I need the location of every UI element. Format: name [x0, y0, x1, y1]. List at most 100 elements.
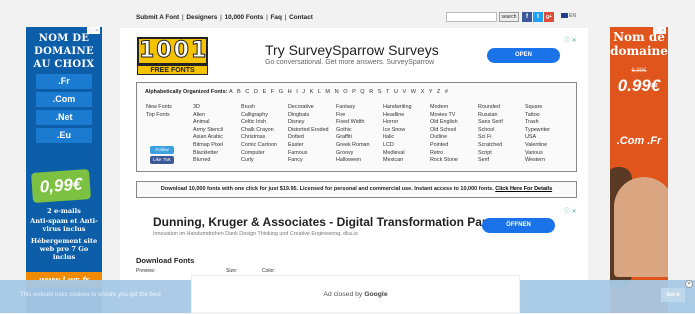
category-link[interactable]: Animal [193, 119, 223, 127]
category-link[interactable]: Horror [383, 119, 411, 127]
category-link[interactable]: Italic [383, 134, 411, 142]
ad2-open-button[interactable]: ÖFFNEN [482, 218, 555, 233]
category-link[interactable]: Chalk Crayon [241, 127, 277, 135]
ad-close-icon[interactable]: ⓘ ✕ [653, 27, 666, 34]
category-link[interactable]: School [478, 127, 503, 135]
category-link[interactable]: Ice Snow [383, 127, 411, 135]
category-link[interactable]: Famous [288, 150, 328, 158]
category-link[interactable]: Easter [288, 142, 328, 150]
ad1-title[interactable]: Try SurveySparrow Surveys [265, 42, 439, 58]
twitter-icon[interactable]: t [533, 12, 543, 22]
category-link[interactable]: Christmas [241, 134, 277, 142]
language-selector[interactable]: EN [561, 13, 576, 19]
category-link[interactable]: Groovy [336, 150, 370, 158]
ad-choices-icon[interactable]: ⓘ ✕ [564, 35, 577, 44]
category-link[interactable]: Gothic [336, 127, 370, 135]
ad-choices-icon[interactable]: ⓘ ✕ [564, 206, 577, 215]
download-offer-link[interactable]: Click Here For Details [495, 186, 552, 192]
ad2-title[interactable]: Dunning, Kruger & Associates - Digital T… [153, 215, 509, 229]
google-plus-icon[interactable]: g+ [544, 12, 554, 22]
category-link[interactable]: Blackletter [193, 150, 223, 158]
category-link[interactable]: Dotted [288, 134, 328, 142]
category-link[interactable]: Old School [430, 127, 458, 135]
left-ad-banner[interactable]: ⓘ ✕ Nom de domaine au choix .Fr .Com .Ne… [26, 27, 102, 313]
category-link[interactable]: Fantasy [336, 104, 370, 112]
category-link[interactable]: Scratched [478, 142, 503, 150]
category-link[interactable]: Sci Fi [478, 134, 503, 142]
nav-contact[interactable]: Contact [289, 14, 313, 21]
category-link[interactable]: Rounded [478, 104, 503, 112]
category-link[interactable]: Calligraphy [241, 112, 277, 120]
search-button[interactable]: search [499, 12, 519, 22]
category-link[interactable]: Greek Roman [336, 142, 370, 150]
category-link[interactable]: Square [525, 104, 550, 112]
nav-faq[interactable]: Faq [271, 14, 282, 21]
category-link[interactable]: Top Fonts [146, 112, 172, 120]
nav-10000-fonts[interactable]: 10,000 Fonts [225, 14, 264, 21]
category-link[interactable]: Computer [241, 150, 277, 158]
category-link[interactable]: Russian [478, 112, 503, 120]
ad-close-icon[interactable]: ⓘ ✕ [87, 27, 100, 34]
site-logo[interactable]: 1001 FREE FONTS [137, 37, 208, 76]
ad1-open-button[interactable]: OPEN [487, 48, 560, 63]
category-link[interactable]: Bitmap Pixel [193, 142, 223, 150]
facebook-icon[interactable]: f [522, 12, 532, 22]
category-link[interactable]: Movies TV [430, 112, 458, 120]
category-link[interactable]: Fire [336, 112, 370, 120]
category-link[interactable]: Modern [430, 104, 458, 112]
twitter-follow-button[interactable]: Follow [150, 146, 174, 154]
category-link[interactable]: USA [525, 134, 550, 142]
category-link[interactable]: Alien [193, 112, 223, 120]
category-link[interactable]: Decorative [288, 104, 328, 112]
category-link[interactable]: Dingbats [288, 112, 328, 120]
nav-designers[interactable]: Designers [186, 14, 217, 21]
category-link[interactable]: Tattoo [525, 112, 550, 120]
category-link[interactable]: Blurred [193, 157, 223, 165]
category-link[interactable]: Fancy [288, 157, 328, 165]
category-link[interactable]: LCD [383, 142, 411, 150]
category-link[interactable]: Brush [241, 104, 277, 112]
category-link[interactable]: Typewriter [525, 127, 550, 135]
category-link[interactable]: Graffiti [336, 134, 370, 142]
category-link[interactable]: Trash [525, 119, 550, 127]
category-link[interactable]: Mexican [383, 157, 411, 165]
facebook-like-button[interactable]: Like 75K [150, 156, 174, 164]
category-link[interactable]: Headline [383, 112, 411, 120]
alphabet-letters[interactable]: A B C D E F G H I J K L M N O P Q R S T … [229, 89, 448, 95]
left-ad-domain-eu: .Eu [36, 128, 92, 143]
right-ad-banner[interactable]: ⓘ ✕ Nom de domaine 6,99€ 0.99€ .Com .Fr [610, 27, 668, 313]
category-link[interactable]: Army Stencil [193, 127, 223, 135]
category-link[interactable]: Outline [430, 134, 458, 142]
cookie-accept-button[interactable]: Got it [661, 288, 685, 302]
category-link[interactable]: Fixed Width [336, 119, 370, 127]
category-link[interactable]: Pointed [430, 142, 458, 150]
category-link[interactable]: Celtic Irish [241, 119, 277, 127]
category-link[interactable]: Sans Serif [478, 119, 503, 127]
category-link[interactable]: 3D [193, 104, 223, 112]
category-link[interactable]: Serif [478, 157, 503, 165]
category-link[interactable]: Valentine [525, 142, 550, 150]
category-column: Rounded Russian Sans Serif School Sci Fi… [478, 104, 503, 165]
category-link[interactable]: Asian Arabic [193, 134, 223, 142]
category-link[interactable]: Comic Cartoon [241, 142, 277, 150]
category-link[interactable]: Rock Stone [430, 157, 458, 165]
left-ad-domain-fr: .Fr [36, 74, 92, 89]
download-offer-bar: Download 10,000 fonts with one click for… [136, 181, 577, 198]
category-link[interactable]: Various [525, 150, 550, 158]
nav-submit-font[interactable]: Submit A Font [136, 14, 179, 21]
right-ad-model-image [614, 177, 668, 277]
category-link[interactable]: Script [478, 150, 503, 158]
category-link[interactable]: New Fonts [146, 104, 172, 112]
search-input[interactable] [446, 12, 497, 22]
category-link[interactable]: Curly [241, 157, 277, 165]
category-link[interactable]: Halloween [336, 157, 370, 165]
right-ad-old-price: 6,99€ [631, 68, 647, 74]
category-link[interactable]: Retro [430, 150, 458, 158]
category-link[interactable]: Old English [430, 119, 458, 127]
close-icon[interactable]: ✕ [685, 280, 693, 288]
category-link[interactable]: Handwriting [383, 104, 411, 112]
category-link[interactable]: Western [525, 157, 550, 165]
category-link[interactable]: Distorted Eroded [288, 127, 328, 135]
category-link[interactable]: Disney [288, 119, 328, 127]
category-link[interactable]: Medieval [383, 150, 411, 158]
